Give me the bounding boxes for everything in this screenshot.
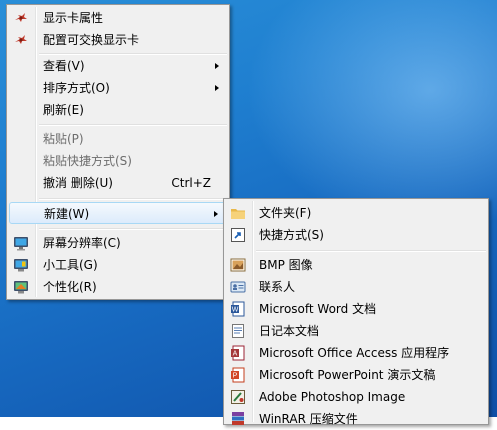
submenu-item-label: WinRAR 压缩文件 — [259, 412, 358, 426]
submenu-item-word-document[interactable]: W Microsoft Word 文档 — [226, 298, 486, 320]
submenu-item-label: 快捷方式(S) — [259, 228, 324, 242]
menu-item-personalize[interactable]: 个性化(R) — [9, 276, 227, 298]
menu-item-label: 粘贴(P) — [43, 132, 84, 146]
menu-item-label: 查看(V) — [43, 59, 85, 73]
submenu-item-label: 联系人 — [259, 280, 296, 294]
menu-separator — [39, 228, 227, 230]
new-submenu: 文件夹(F) 快捷方式(S) BMP 图像 联系人 W Microsoft Wo… — [223, 198, 489, 426]
word-document-icon: W — [230, 301, 246, 317]
switchable-graphics-icon — [13, 32, 29, 48]
submenu-item-powerpoint[interactable]: P Microsoft PowerPoint 演示文稿 — [226, 364, 486, 386]
menu-item-paste[interactable]: 粘贴(P) — [9, 128, 227, 150]
submenu-item-label: Microsoft PowerPoint 演示文稿 — [259, 368, 436, 382]
menu-separator — [39, 124, 227, 126]
submenu-item-label: Adobe Photoshop Image — [259, 390, 406, 404]
menu-item-label: 显示卡属性 — [43, 11, 104, 25]
menu-item-label: 小工具(G) — [43, 258, 98, 272]
shortcut-icon — [230, 227, 246, 243]
bmp-image-icon — [230, 257, 246, 273]
menu-separator — [39, 198, 227, 200]
menu-item-refresh[interactable]: 刷新(E) — [9, 99, 227, 121]
submenu-item-access[interactable]: A Microsoft Office Access 应用程序 — [226, 342, 486, 364]
personalize-icon — [13, 279, 29, 295]
menu-item-view[interactable]: 查看(V) — [9, 55, 227, 77]
journal-document-icon — [230, 323, 246, 339]
menu-item-graphics-properties[interactable]: 显示卡属性 — [9, 7, 227, 29]
menu-item-label: 屏幕分辨率(C) — [43, 236, 121, 250]
submenu-item-photoshop-image[interactable]: Adobe Photoshop Image — [226, 386, 486, 408]
menu-item-shortcut: Ctrl+Z — [171, 176, 211, 190]
submenu-arrow-icon — [215, 63, 219, 69]
svg-text:P: P — [233, 373, 238, 380]
menu-item-new[interactable]: 新建(W) — [9, 202, 227, 224]
menu-item-sort-by[interactable]: 排序方式(O) — [9, 77, 227, 99]
menu-item-label: 配置可交换显示卡 — [43, 33, 140, 47]
submenu-item-winrar[interactable]: WinRAR 压缩文件 — [226, 408, 486, 430]
menu-item-screen-resolution[interactable]: 屏幕分辨率(C) — [9, 232, 227, 254]
svg-text:W: W — [232, 307, 239, 314]
submenu-arrow-icon — [214, 211, 218, 217]
winrar-icon — [230, 411, 246, 427]
contact-icon — [230, 279, 246, 295]
menu-item-undo-delete[interactable]: 撤消 删除(U) Ctrl+Z — [9, 172, 227, 194]
photoshop-icon — [230, 389, 246, 405]
svg-text:A: A — [233, 351, 238, 358]
submenu-item-journal-document[interactable]: 日记本文档 — [226, 320, 486, 342]
submenu-arrow-icon — [215, 85, 219, 91]
menu-item-gadgets[interactable]: 小工具(G) — [9, 254, 227, 276]
submenu-item-label: Microsoft Office Access 应用程序 — [259, 346, 450, 360]
powerpoint-icon: P — [230, 367, 246, 383]
submenu-item-label: BMP 图像 — [259, 258, 313, 272]
graphics-properties-icon — [13, 10, 29, 26]
desktop-context-menu: 显示卡属性 配置可交换显示卡 查看(V) 排序方式(O) 刷新(E) 粘贴(P)… — [6, 4, 230, 300]
access-icon: A — [230, 345, 246, 361]
menu-item-paste-shortcut[interactable]: 粘贴快捷方式(S) — [9, 150, 227, 172]
menu-item-label: 个性化(R) — [43, 280, 97, 294]
folder-icon — [230, 205, 246, 221]
submenu-item-shortcut[interactable]: 快捷方式(S) — [226, 224, 486, 246]
submenu-item-label: 文件夹(F) — [259, 206, 312, 220]
submenu-item-label: 日记本文档 — [259, 324, 320, 338]
menu-item-label: 新建(W) — [44, 207, 90, 221]
menu-item-label: 粘贴快捷方式(S) — [43, 154, 132, 168]
menu-item-switchable-graphics[interactable]: 配置可交换显示卡 — [9, 29, 227, 51]
submenu-item-label: Microsoft Word 文档 — [259, 302, 377, 316]
submenu-item-bmp-image[interactable]: BMP 图像 — [226, 254, 486, 276]
submenu-item-folder[interactable]: 文件夹(F) — [226, 202, 486, 224]
menu-item-label: 刷新(E) — [43, 103, 84, 117]
gadgets-icon — [13, 257, 29, 273]
submenu-item-contact[interactable]: 联系人 — [226, 276, 486, 298]
menu-item-label: 撤消 删除(U) — [43, 176, 113, 190]
menu-item-label: 排序方式(O) — [43, 81, 110, 95]
menu-separator — [256, 250, 486, 252]
screen-resolution-icon — [13, 235, 29, 251]
